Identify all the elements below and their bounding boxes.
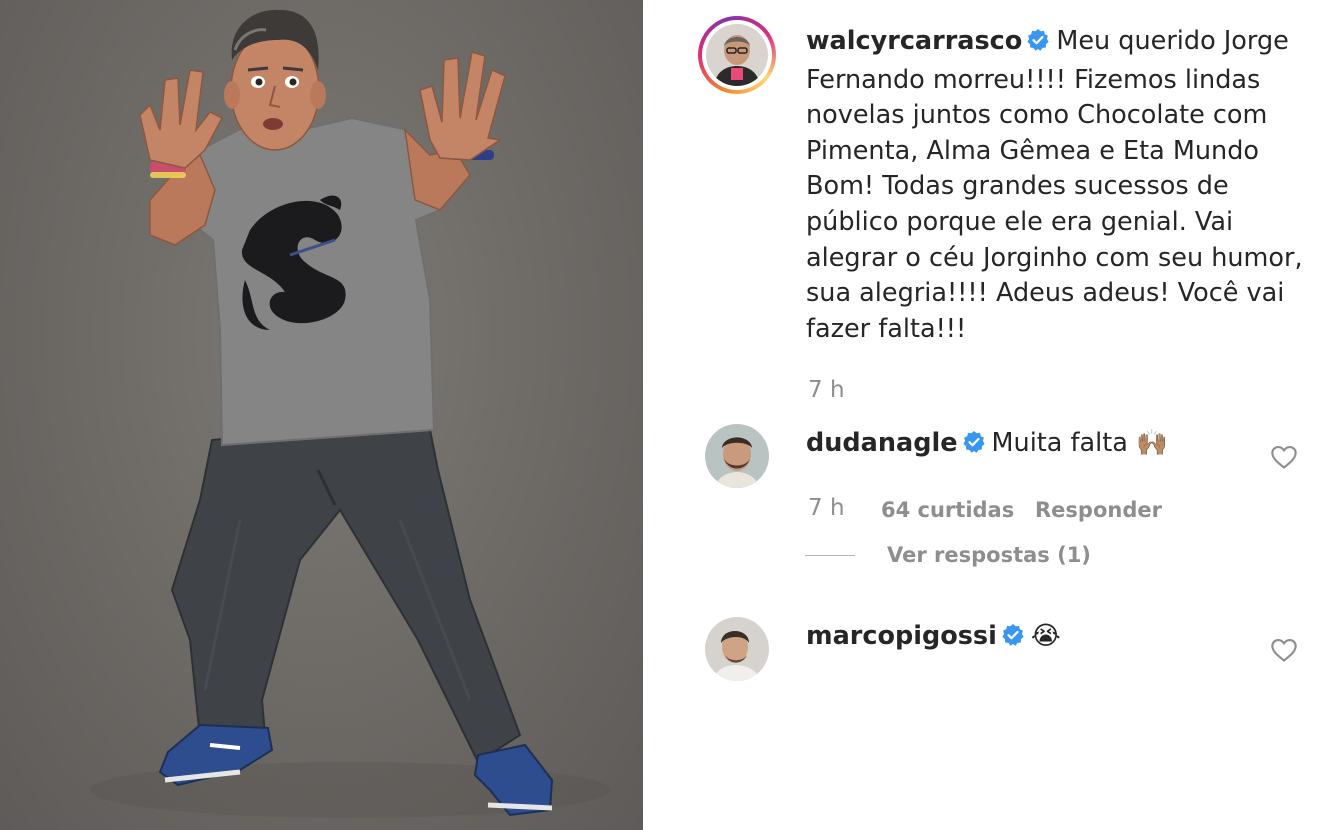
comments-panel: walcyrcarrasco Meu querido Jorge Fernando…: [643, 0, 1335, 830]
man-posing-illustration: [90, 9, 610, 818]
avatar-image: [705, 617, 769, 681]
comment-likes-count[interactable]: 64 curtidas: [881, 498, 1014, 522]
post-caption: walcyrcarrasco Meu querido Jorge Fernando…: [806, 24, 1306, 347]
instagram-post-screenshot: walcyrcarrasco Meu querido Jorge Fernando…: [0, 0, 1335, 830]
comment-text: Muita falta: [991, 428, 1128, 458]
reply-button[interactable]: Responder: [1035, 498, 1162, 522]
author-username[interactable]: walcyrcarrasco: [806, 26, 1022, 56]
verified-badge-icon: [1026, 27, 1050, 63]
story-ring[interactable]: [698, 16, 776, 94]
view-replies-button[interactable]: Ver respostas (1): [887, 543, 1091, 567]
avatar-image: [705, 424, 769, 488]
crying-face-emoji: 😭: [1030, 621, 1061, 651]
post-timestamp[interactable]: 7 h: [808, 377, 845, 403]
post-photo: [0, 0, 643, 830]
replies-divider: [805, 555, 855, 556]
raised-hands-emoji: 🙌🏽: [1135, 428, 1168, 458]
verified-badge-icon: [1001, 623, 1025, 654]
marcopigossi-avatar[interactable]: [705, 617, 769, 681]
comment-username[interactable]: dudanagle: [806, 428, 958, 458]
walcyrcarrasco-avatar[interactable]: [706, 24, 768, 86]
comment-username[interactable]: marcopigossi: [806, 621, 997, 651]
comment-dudanagle: dudanagle Muita falta 🙌🏽: [806, 428, 1168, 461]
heart-outline-icon[interactable]: [1270, 444, 1298, 474]
dudanagle-avatar[interactable]: [705, 424, 769, 488]
caption-text: Meu querido Jorge Fernando morreu!!!! Fi…: [806, 26, 1303, 344]
verified-badge-icon: [962, 430, 986, 461]
heart-outline-icon[interactable]: [1270, 637, 1298, 667]
avatar-image: [706, 24, 768, 86]
comment-timestamp[interactable]: 7 h: [808, 495, 845, 521]
comment-marcopigossi: marcopigossi 😭: [806, 621, 1061, 654]
